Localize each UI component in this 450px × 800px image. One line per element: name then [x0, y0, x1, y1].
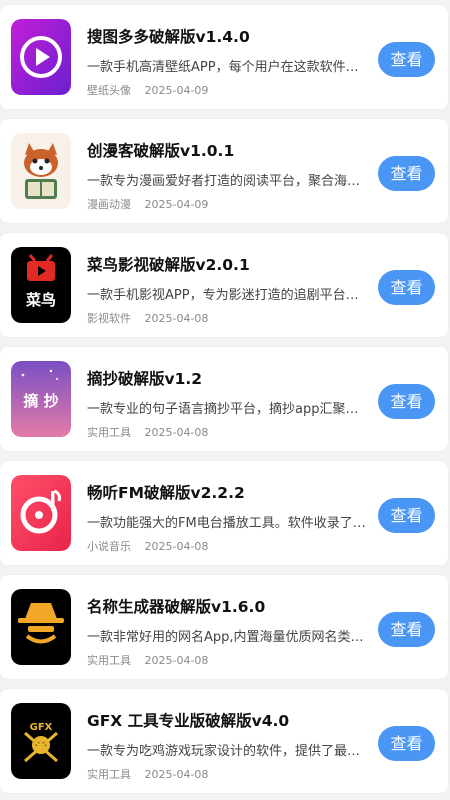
app-title[interactable]: GFX 工具专业版破解版v4.0	[87, 709, 367, 731]
icon-label: 菜鸟	[25, 291, 56, 309]
app-meta: 漫画动漫 2025-04-09	[87, 196, 208, 212]
app-meta: 壁纸头像 2025-04-09	[87, 82, 208, 98]
app-category: 小说音乐	[87, 540, 131, 553]
app-description: 一款手机高清壁纸APP，每个用户在这款软件当中…	[87, 60, 367, 75]
app-title[interactable]: 创漫客破解版v1.0.1	[87, 139, 367, 161]
app-description: 一款非常好用的网名App,内置海量优质网名类型，…	[87, 630, 367, 645]
app-card[interactable]: 搜图多多破解版v1.4.0 一款手机高清壁纸APP，每个用户在这款软件当中… 壁…	[0, 5, 448, 109]
app-category: 壁纸头像	[87, 84, 131, 97]
app-card[interactable]: 畅听FM破解版v2.2.2 一款功能强大的FM电台播放工具。软件收录了国… 小说…	[0, 461, 448, 565]
icon-label: GFX	[30, 722, 53, 733]
app-title[interactable]: 搜图多多破解版v1.4.0	[87, 25, 367, 47]
app-meta: 实用工具 2025-04-08	[87, 424, 208, 440]
view-button[interactable]: 查看	[378, 156, 435, 191]
app-card[interactable]: 创漫客破解版v1.0.1 一款专为漫画爱好者打造的阅读平台，聚合海量正… 漫画动…	[0, 119, 448, 223]
app-title[interactable]: 名称生成器破解版v1.6.0	[87, 595, 367, 617]
app-category: 漫画动漫	[87, 198, 131, 211]
app-description: 一款专为漫画爱好者打造的阅读平台，聚合海量正…	[87, 174, 367, 189]
view-button[interactable]: 查看	[378, 612, 435, 647]
app-category: 影视软件	[87, 312, 131, 325]
app-meta: 影视软件 2025-04-08	[87, 310, 208, 326]
play-icon[interactable]	[11, 19, 71, 95]
view-button[interactable]: 查看	[378, 726, 435, 761]
panda-reading-icon[interactable]	[11, 133, 71, 209]
gfx-skull-icon[interactable]: GFX	[11, 703, 71, 779]
app-meta: 实用工具 2025-04-08	[87, 652, 208, 668]
app-date: 2025-04-08	[144, 312, 209, 325]
app-title[interactable]: 畅听FM破解版v2.2.2	[87, 481, 367, 503]
app-date: 2025-04-09	[144, 198, 209, 211]
app-date: 2025-04-08	[144, 654, 209, 667]
app-card[interactable]: GFX GFX 工具专业版破解版v4.0 一款专为吃鸡游戏玩家设计的软件，提供了…	[0, 689, 448, 793]
app-category: 实用工具	[87, 426, 131, 439]
view-button[interactable]: 查看	[378, 270, 435, 305]
app-card[interactable]: 菜鸟 菜鸟影视破解版v2.0.1 一款手机影视APP，专为影迷打造的追剧平台，汇…	[0, 233, 448, 337]
icon-label: 摘 抄	[23, 392, 58, 410]
app-meta: 实用工具 2025-04-08	[87, 766, 208, 782]
view-button[interactable]: 查看	[378, 42, 435, 77]
app-description: 一款专为吃鸡游戏玩家设计的软件，提供了最佳分…	[87, 744, 367, 759]
app-description: 一款专业的句子语言摘抄平台，摘抄app汇聚各种…	[87, 402, 367, 417]
hat-spy-icon[interactable]	[11, 589, 71, 665]
app-date: 2025-04-08	[144, 540, 209, 553]
view-button[interactable]: 查看	[378, 384, 435, 419]
app-category: 实用工具	[87, 654, 131, 667]
tv-bird-icon[interactable]: 菜鸟	[11, 247, 71, 323]
app-title[interactable]: 摘抄破解版v1.2	[87, 367, 367, 389]
zhaichao-icon[interactable]: 摘 抄	[11, 361, 71, 437]
app-date: 2025-04-08	[144, 426, 209, 439]
music-disc-icon[interactable]	[11, 475, 71, 551]
app-meta: 小说音乐 2025-04-08	[87, 538, 208, 554]
app-description: 一款功能强大的FM电台播放工具。软件收录了国…	[87, 516, 367, 531]
app-list: 搜图多多破解版v1.4.0 一款手机高清壁纸APP，每个用户在这款软件当中… 壁…	[0, 0, 450, 800]
app-title[interactable]: 菜鸟影视破解版v2.0.1	[87, 253, 367, 275]
app-date: 2025-04-09	[144, 84, 209, 97]
app-card[interactable]: 摘 抄 摘抄破解版v1.2 一款专业的句子语言摘抄平台，摘抄app汇聚各种… 实…	[0, 347, 448, 451]
app-date: 2025-04-08	[144, 768, 209, 781]
app-description: 一款手机影视APP，专为影迷打造的追剧平台，汇…	[87, 288, 367, 303]
view-button[interactable]: 查看	[378, 498, 435, 533]
app-card[interactable]: 名称生成器破解版v1.6.0 一款非常好用的网名App,内置海量优质网名类型，……	[0, 575, 448, 679]
app-category: 实用工具	[87, 768, 131, 781]
